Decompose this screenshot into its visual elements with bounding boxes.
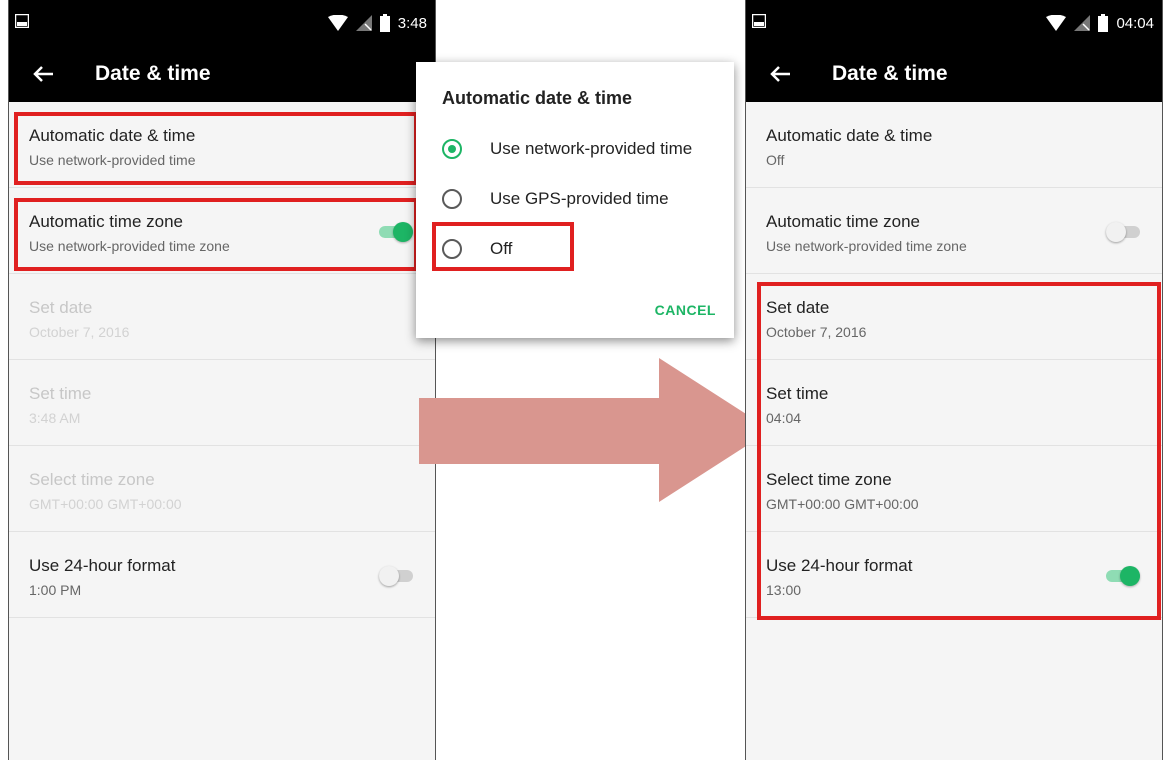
right-screen: 04:04 Date & time Automatic date & time … bbox=[745, 0, 1163, 760]
no-signal-icon bbox=[1074, 15, 1091, 31]
setting-set-time: Set time 3:48 AM bbox=[9, 360, 435, 446]
radio-unselected-icon[interactable] bbox=[442, 239, 462, 259]
setting-subtitle: Use network-provided time zone bbox=[29, 238, 230, 254]
setting-subtitle: 1:00 PM bbox=[29, 582, 82, 598]
24-hour-format-toggle[interactable] bbox=[1106, 566, 1140, 586]
radio-unselected-icon[interactable] bbox=[442, 189, 462, 209]
status-bar: 3:48 bbox=[9, 0, 435, 46]
automatic-date-time-dialog: Automatic date & time Use network-provid… bbox=[416, 62, 734, 338]
wifi-icon bbox=[1046, 15, 1067, 31]
setting-set-date: Set date October 7, 2016 bbox=[9, 274, 435, 360]
setting-subtitle: Use network-provided time zone bbox=[766, 238, 967, 254]
radio-option-off[interactable]: Off bbox=[442, 234, 732, 264]
setting-automatic-time-zone[interactable]: Automatic time zone Use network-provided… bbox=[746, 188, 1162, 274]
back-arrow-icon[interactable] bbox=[27, 58, 59, 90]
setting-subtitle: October 7, 2016 bbox=[766, 324, 867, 340]
cancel-button[interactable]: CANCEL bbox=[655, 302, 716, 318]
left-screen: 3:48 Date & time Automatic date & time U… bbox=[8, 0, 436, 760]
no-signal-icon bbox=[355, 15, 372, 31]
setting-title: Automatic date & time bbox=[29, 126, 196, 145]
setting-title: Set time bbox=[766, 384, 829, 403]
setting-set-date[interactable]: Set date October 7, 2016 bbox=[746, 274, 1162, 360]
setting-title: Set date bbox=[29, 298, 93, 317]
page-title: Date & time bbox=[832, 62, 948, 85]
back-arrow-icon[interactable] bbox=[764, 58, 796, 90]
auto-time-zone-toggle[interactable] bbox=[1106, 222, 1140, 242]
setting-subtitle: October 7, 2016 bbox=[29, 324, 130, 340]
setting-title: Automatic time zone bbox=[766, 212, 921, 231]
setting-title: Select time zone bbox=[766, 470, 892, 489]
setting-automatic-time-zone[interactable]: Automatic time zone Use network-provided… bbox=[9, 188, 435, 274]
setting-24-hour-format[interactable]: Use 24-hour format 1:00 PM bbox=[9, 532, 435, 618]
battery-icon bbox=[379, 14, 390, 32]
setting-title: Use 24-hour format bbox=[766, 556, 913, 575]
wifi-icon bbox=[327, 15, 348, 31]
image-notification-icon bbox=[752, 14, 766, 28]
app-bar: Date & time bbox=[9, 46, 435, 102]
setting-title: Automatic time zone bbox=[29, 212, 184, 231]
status-clock: 04:04 bbox=[1116, 14, 1154, 32]
radio-label: Use network-provided time bbox=[490, 139, 693, 158]
setting-title: Set date bbox=[766, 298, 830, 317]
auto-time-zone-toggle[interactable] bbox=[379, 222, 413, 242]
page-title: Date & time bbox=[95, 62, 211, 85]
setting-automatic-date-time[interactable]: Automatic date & time Use network-provid… bbox=[9, 102, 435, 188]
setting-select-time-zone: Select time zone GMT+00:00 GMT+00:00 bbox=[9, 446, 435, 532]
setting-title: Automatic date & time bbox=[766, 126, 933, 145]
dialog-title: Automatic date & time bbox=[442, 88, 633, 108]
setting-subtitle: 3:48 AM bbox=[29, 410, 81, 426]
setting-title: Set time bbox=[29, 384, 92, 403]
setting-subtitle: 04:04 bbox=[766, 410, 802, 426]
setting-24-hour-format[interactable]: Use 24-hour format 13:00 bbox=[746, 532, 1162, 618]
transition-arrow-icon bbox=[419, 358, 771, 502]
status-clock: 3:48 bbox=[397, 14, 427, 32]
settings-list: Automatic date & time Use network-provid… bbox=[9, 102, 435, 618]
radio-selected-icon[interactable] bbox=[442, 139, 462, 159]
setting-subtitle: GMT+00:00 GMT+00:00 bbox=[766, 496, 919, 512]
24-hour-format-toggle[interactable] bbox=[379, 566, 413, 586]
setting-select-time-zone[interactable]: Select time zone GMT+00:00 GMT+00:00 bbox=[746, 446, 1162, 532]
radio-option-network[interactable]: Use network-provided time bbox=[442, 134, 732, 164]
setting-title: Select time zone bbox=[29, 470, 155, 489]
setting-subtitle: Use network-provided time bbox=[29, 152, 196, 168]
setting-subtitle: 13:00 bbox=[766, 582, 802, 598]
setting-subtitle: Off bbox=[766, 152, 785, 168]
image-notification-icon bbox=[15, 14, 29, 28]
radio-label: Off bbox=[490, 239, 513, 258]
app-bar: Date & time bbox=[746, 46, 1162, 102]
radio-label: Use GPS-provided time bbox=[490, 189, 669, 208]
setting-subtitle: GMT+00:00 GMT+00:00 bbox=[29, 496, 182, 512]
settings-list: Automatic date & time Off Automatic time… bbox=[746, 102, 1162, 618]
setting-title: Use 24-hour format bbox=[29, 556, 176, 575]
setting-set-time[interactable]: Set time 04:04 bbox=[746, 360, 1162, 446]
radio-option-gps[interactable]: Use GPS-provided time bbox=[442, 184, 732, 214]
status-bar: 04:04 bbox=[746, 0, 1162, 46]
battery-icon bbox=[1098, 14, 1109, 32]
setting-automatic-date-time[interactable]: Automatic date & time Off bbox=[746, 102, 1162, 188]
